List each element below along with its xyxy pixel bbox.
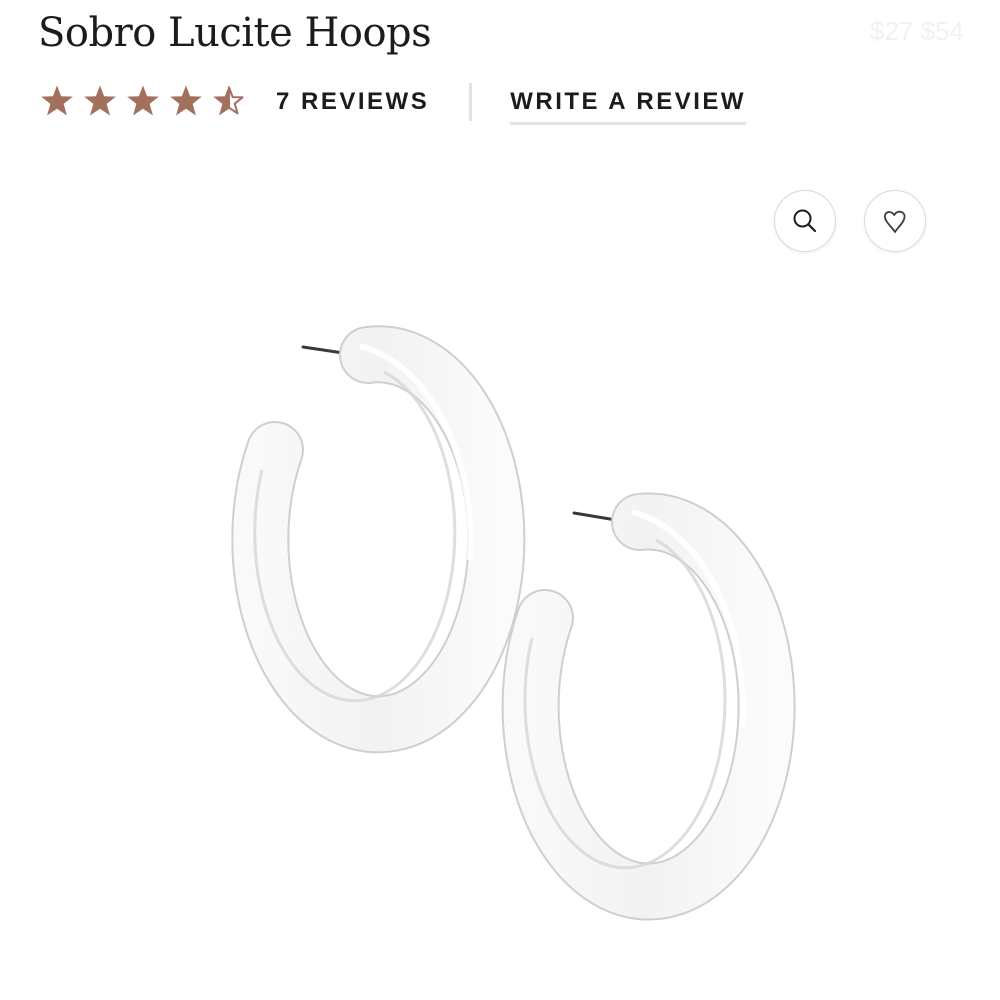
rating-row: 7 REVIEWS WRITE A REVIEW [38, 80, 747, 125]
reviews-count-link[interactable]: 7 REVIEWS [276, 88, 429, 116]
divider [469, 83, 473, 121]
star-icon [84, 85, 116, 116]
star-icon [170, 85, 202, 116]
star-icon [127, 85, 159, 116]
earring-left [231, 325, 526, 754]
star-icon [41, 85, 73, 116]
zoom-button[interactable] [774, 190, 836, 252]
wishlist-button[interactable] [864, 190, 926, 252]
heart-icon [884, 210, 906, 233]
product-price: $27 $54 [870, 16, 964, 46]
half-star-icon [213, 85, 244, 116]
product-title: Sobro Lucite Hoops [38, 10, 432, 56]
earring-right [501, 492, 796, 921]
search-icon [793, 209, 817, 233]
write-review-link[interactable]: WRITE A REVIEW [510, 80, 747, 125]
star-rating[interactable] [38, 83, 248, 121]
product-image[interactable] [0, 270, 1000, 1000]
